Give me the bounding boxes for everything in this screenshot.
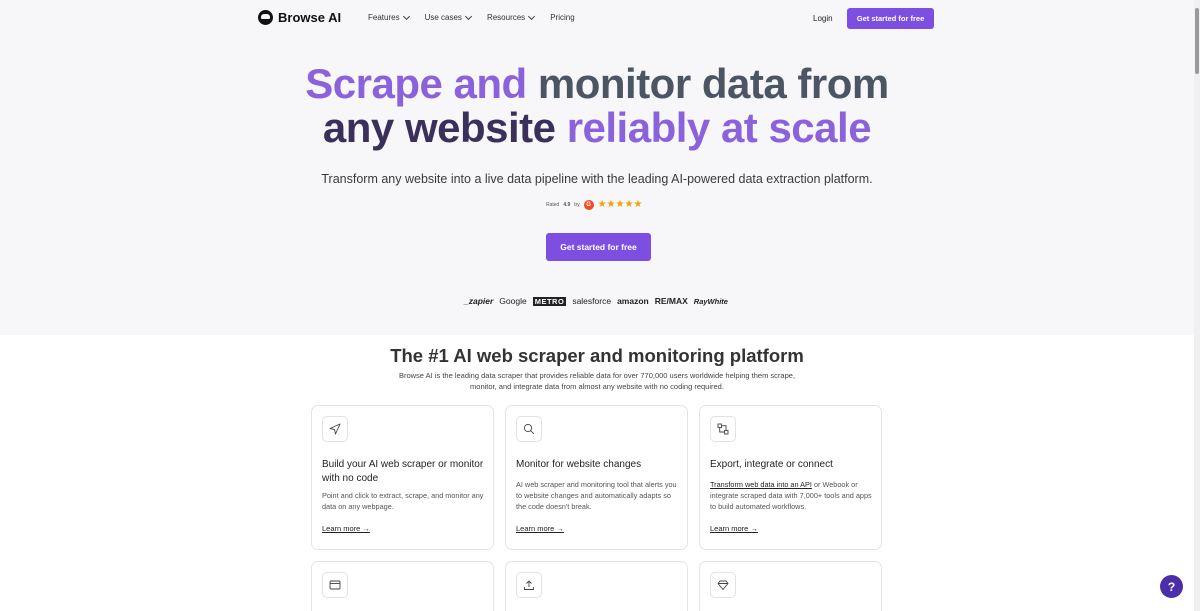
learn-more-link[interactable]: Learn more → [322, 524, 370, 533]
headline-part-2: monitor data from [537, 60, 889, 107]
nav-pricing[interactable]: Pricing [550, 13, 574, 22]
get-started-button-nav[interactable]: Get started for free [847, 8, 934, 29]
card-text: Point and click to extract, scrape, and … [322, 491, 484, 511]
rating-value: 4.9 [563, 201, 571, 208]
nav-pricing-label: Pricing [550, 13, 575, 22]
section-description: Browse AI is the leading data scraper th… [398, 371, 796, 391]
chevron-down-icon [464, 12, 472, 20]
integration-icon [710, 416, 736, 442]
feature-card-6 [699, 561, 882, 611]
browser-window-icon [322, 572, 348, 598]
feature-card-4 [311, 561, 494, 611]
page-scrollbar[interactable] [1194, 0, 1200, 611]
chevron-down-icon [402, 12, 410, 20]
hero-headline: Scrape and monitor data from any website… [0, 62, 1194, 150]
feature-card-5 [505, 561, 688, 611]
nav-resources[interactable]: Resources [486, 12, 536, 22]
upload-icon [516, 572, 542, 598]
card-text: Transform web data into an API or Webook… [710, 479, 875, 512]
nav-features[interactable]: Features [368, 12, 410, 22]
rating-by: by [574, 201, 580, 208]
search-icon [516, 416, 542, 442]
amazon-logo: amazon [617, 296, 649, 306]
nav-links: Features Use cases Resources Pricing [368, 12, 575, 22]
google-logo: Google [499, 296, 527, 306]
learn-more-link[interactable]: Learn more → [516, 524, 564, 533]
login-link[interactable]: Login [813, 14, 833, 23]
api-link[interactable]: Transform web data into an API [710, 480, 812, 489]
metro-logo: METRO [532, 296, 567, 306]
section-title: The #1 AI web scraper and monitoring pla… [390, 345, 804, 366]
feature-card-export: Export, integrate or connect Transform w… [699, 405, 882, 550]
nav-use-cases[interactable]: Use cases [424, 12, 472, 22]
nav-use-cases-label: Use cases [424, 13, 462, 22]
rating-badge: Rated 4.9 by G ★★★★★ [546, 199, 642, 210]
feature-card-monitor: Monitor for website changes AI web scrap… [505, 405, 688, 550]
card-title: Export, integrate or connect [710, 459, 833, 470]
scrollbar-thumb[interactable] [1195, 8, 1199, 74]
nav-resources-label: Resources [486, 13, 526, 22]
brand-name: Browse AI [278, 10, 342, 25]
rating-prefix: Rated [546, 201, 560, 208]
chevron-down-icon [528, 12, 536, 20]
card-text: AI web scraper and monitoring tool that … [516, 480, 677, 511]
brand-logo[interactable]: Browse AI [258, 10, 341, 25]
nav-features-label: Features [368, 13, 400, 22]
send-icon [322, 416, 348, 442]
card-title: Monitor for website changes [516, 459, 642, 470]
remax-logo: RE/MAX [654, 296, 688, 306]
feature-card-build: Build your AI web scraper or monitor wit… [311, 405, 494, 550]
browse-ai-logo-icon [258, 10, 273, 25]
learn-more-link[interactable]: Learn more → [710, 524, 758, 533]
top-nav: Browse AI Features Use cases Resources P… [0, 0, 1194, 38]
headline-part-3: any website [322, 104, 567, 151]
salesforce-logo: salesforce [572, 296, 612, 306]
help-button[interactable]: ? [1160, 575, 1183, 598]
raywhite-logo: RayWhite [693, 296, 728, 306]
get-started-button-hero[interactable]: Get started for free [546, 233, 651, 261]
g2-icon: G [583, 199, 594, 210]
star-rating: ★★★★★ [597, 199, 643, 210]
hero-background [0, 0, 1194, 335]
card-title: Build your AI web scraper or monitor wit… [322, 459, 484, 484]
customer-logos: _zapier Google METRO salesforce amazon R… [464, 296, 728, 306]
headline-part-4: reliably at scale [566, 104, 872, 151]
zapier-logo: _zapier [464, 296, 494, 306]
hero-subhead: Transform any website into a live data p… [321, 172, 873, 186]
headline-part-1: Scrape and [305, 60, 538, 107]
diamond-icon [710, 572, 736, 598]
